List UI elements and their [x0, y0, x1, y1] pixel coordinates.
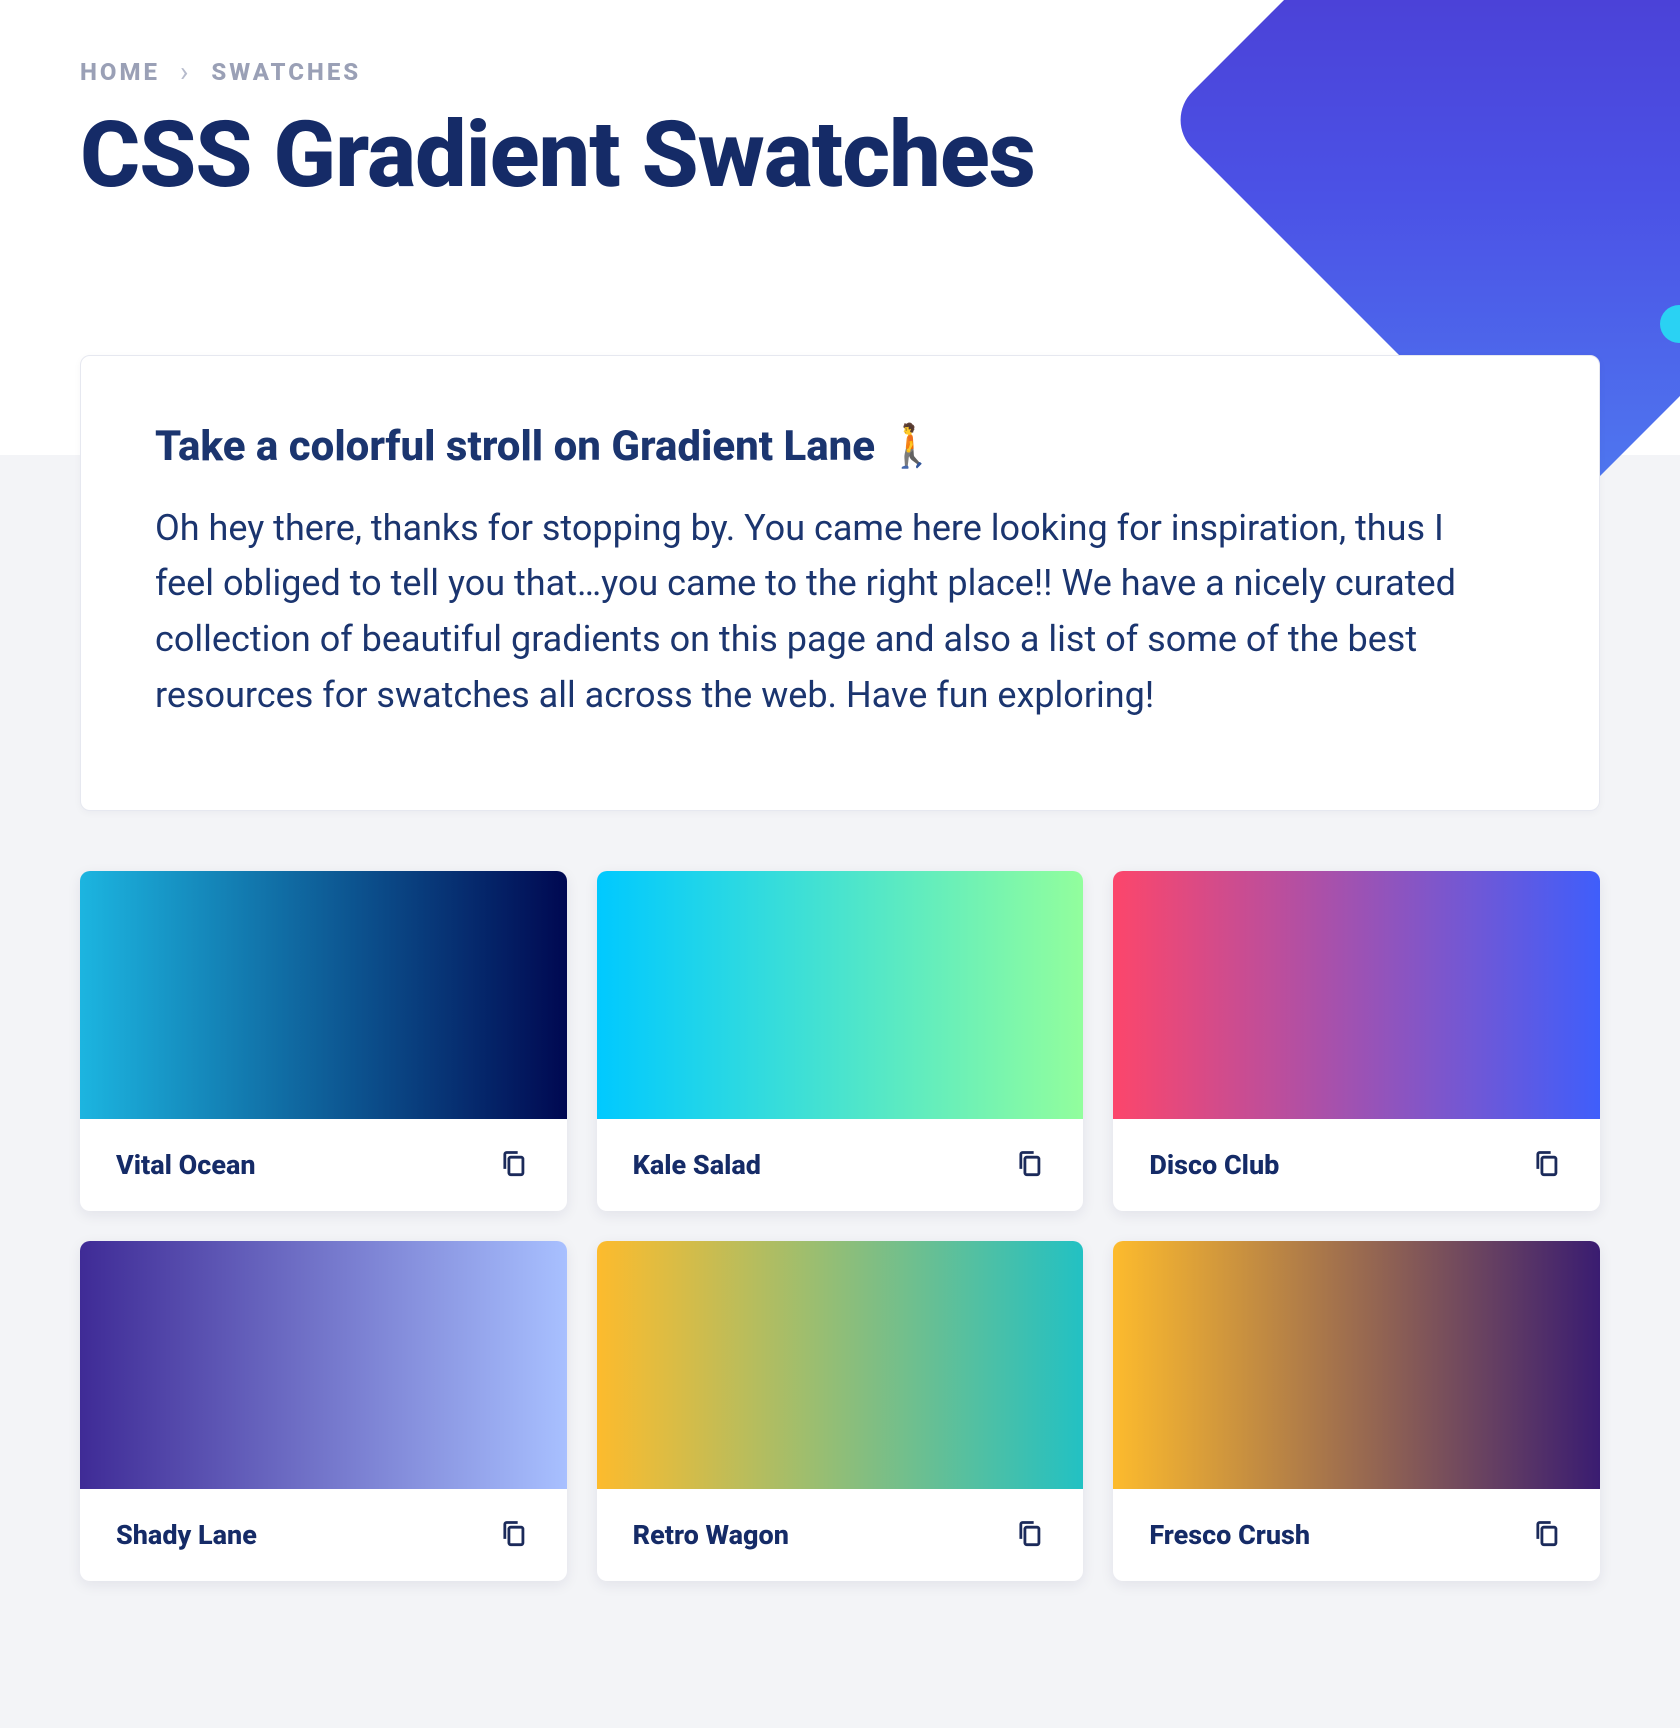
- swatch-footer: Disco Club: [1113, 1119, 1600, 1211]
- swatch-preview: [1113, 871, 1600, 1119]
- swatch-footer: Retro Wagon: [597, 1489, 1084, 1581]
- swatch-footer: Fresco Crush: [1113, 1489, 1600, 1581]
- page-title: CSS Gradient Swatches: [80, 108, 1600, 205]
- swatch-card: Fresco Crush: [1113, 1241, 1600, 1581]
- swatch-preview: [1113, 1241, 1600, 1489]
- intro-body: Oh hey there, thanks for stopping by. Yo…: [155, 501, 1475, 724]
- intro-heading: Take a colorful stroll on Gradient Lane …: [155, 422, 1525, 471]
- copy-icon: [499, 1149, 527, 1180]
- intro-card: Take a colorful stroll on Gradient Lane …: [80, 355, 1600, 811]
- breadcrumb: Home › Swatches: [80, 58, 1600, 86]
- breadcrumb-separator: ›: [180, 58, 191, 86]
- swatch-card: Retro Wagon: [597, 1241, 1084, 1581]
- swatch-name: Kale Salad: [633, 1149, 761, 1181]
- swatch-card: Vital Ocean: [80, 871, 567, 1211]
- swatch-name: Shady Lane: [116, 1519, 257, 1551]
- swatch-preview: [80, 1241, 567, 1489]
- copy-icon: [499, 1519, 527, 1550]
- swatch-name: Fresco Crush: [1149, 1519, 1310, 1551]
- swatch-grid: Vital Ocean Kale Salad Disco Club Shady …: [80, 871, 1600, 1581]
- swatch-footer: Shady Lane: [80, 1489, 567, 1581]
- copy-button[interactable]: [1528, 1147, 1564, 1183]
- copy-icon: [1532, 1519, 1560, 1550]
- swatch-preview: [597, 871, 1084, 1119]
- swatch-name: Vital Ocean: [116, 1149, 256, 1181]
- swatch-card: Disco Club: [1113, 871, 1600, 1211]
- swatch-preview: [80, 871, 567, 1119]
- swatch-card: Kale Salad: [597, 871, 1084, 1211]
- swatch-preview: [597, 1241, 1084, 1489]
- copy-button[interactable]: [1011, 1517, 1047, 1553]
- copy-button[interactable]: [1011, 1147, 1047, 1183]
- swatch-name: Disco Club: [1149, 1149, 1279, 1181]
- breadcrumb-current: Swatches: [211, 58, 361, 86]
- copy-button[interactable]: [495, 1517, 531, 1553]
- swatch-footer: Kale Salad: [597, 1119, 1084, 1211]
- copy-icon: [1532, 1149, 1560, 1180]
- copy-button[interactable]: [495, 1147, 531, 1183]
- swatch-footer: Vital Ocean: [80, 1119, 567, 1211]
- copy-button[interactable]: [1528, 1517, 1564, 1553]
- swatch-name: Retro Wagon: [633, 1519, 789, 1551]
- swatch-card: Shady Lane: [80, 1241, 567, 1581]
- breadcrumb-home-link[interactable]: Home: [80, 58, 160, 86]
- copy-icon: [1015, 1519, 1043, 1550]
- copy-icon: [1015, 1149, 1043, 1180]
